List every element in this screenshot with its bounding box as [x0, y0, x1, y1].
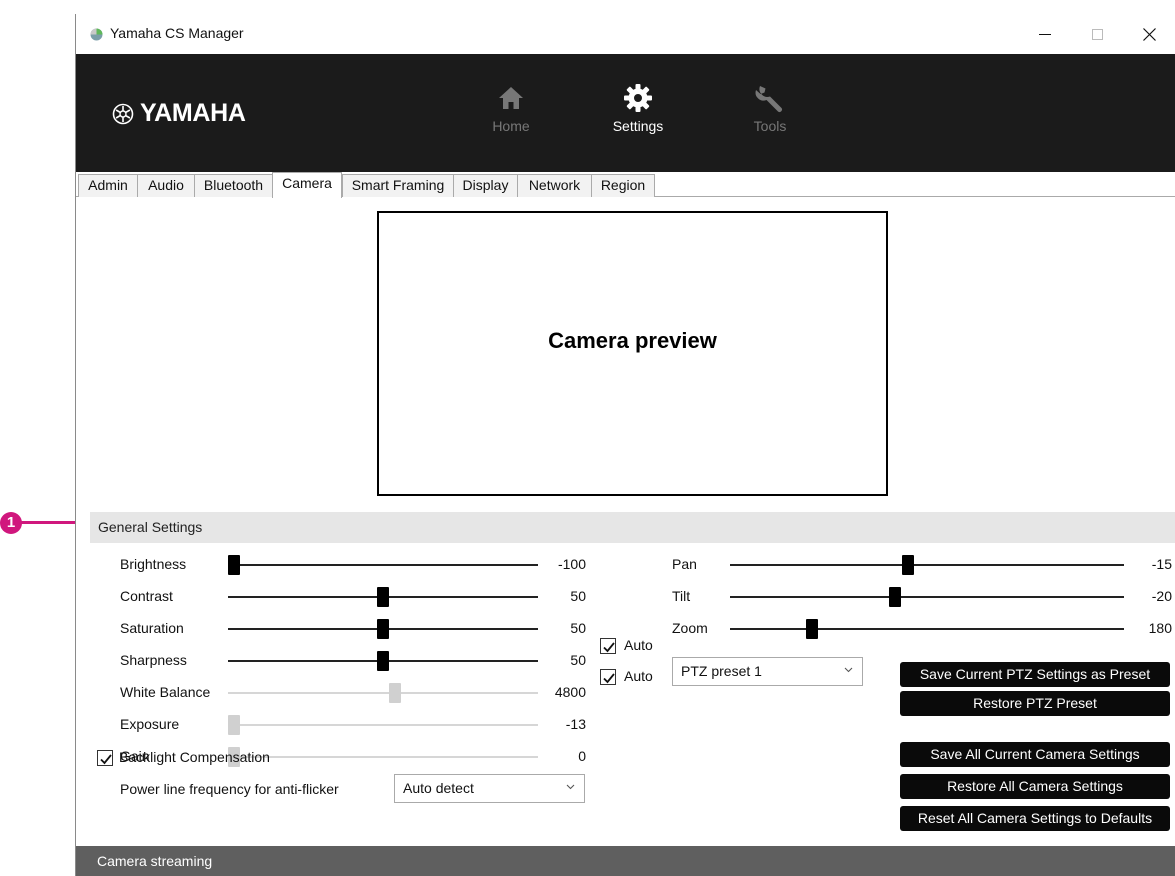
- backlight-compensation-label: Backlight Compensation: [119, 749, 270, 765]
- restore-all-camera-settings-button[interactable]: Restore All Camera Settings: [900, 774, 1170, 799]
- ptz-preset-value: PTZ preset 1: [681, 663, 762, 679]
- nav-tools[interactable]: Tools: [730, 80, 810, 134]
- saturation-slider-thumb[interactable]: [377, 619, 389, 639]
- tab-smart-framing[interactable]: Smart Framing: [342, 174, 454, 197]
- tab-region[interactable]: Region: [591, 174, 655, 197]
- white-balance-auto-checkbox[interactable]: [600, 638, 616, 654]
- tab-network[interactable]: Network: [517, 174, 592, 197]
- tilt-value: -20: [1151, 588, 1172, 604]
- zoom-slider-track[interactable]: [730, 628, 1124, 630]
- tab-display[interactable]: Display: [453, 174, 518, 197]
- power-line-frequency-dropdown[interactable]: Auto detect: [394, 774, 585, 803]
- camera-preview-label: Camera preview: [548, 328, 717, 353]
- sharpness-value: 50: [570, 652, 586, 668]
- settings-tab-bar: Admin Audio Bluetooth Camera Smart Frami…: [76, 172, 1175, 198]
- exposure-slider-thumb[interactable]: [228, 715, 240, 735]
- white-balance-slider-thumb[interactable]: [389, 683, 402, 703]
- pan-label: Pan: [672, 556, 697, 572]
- save-all-camera-settings-button[interactable]: Save All Current Camera Settings: [900, 742, 1170, 767]
- power-line-frequency-value: Auto detect: [403, 780, 474, 796]
- contrast-label: Contrast: [120, 588, 173, 604]
- pan-value: -15: [1151, 556, 1172, 572]
- title-bar: Yamaha CS Manager: [76, 14, 1175, 54]
- exposure-label: Exposure: [120, 716, 180, 732]
- yamaha-logo: YAMAHA: [112, 99, 246, 128]
- gear-icon: [598, 80, 678, 116]
- checkmark-icon: [603, 642, 615, 653]
- tilt-slider-track[interactable]: [730, 596, 1124, 598]
- checkmark-icon: [100, 754, 112, 765]
- app-logo-icon: [90, 28, 103, 41]
- yamaha-emblem-icon: [112, 103, 134, 124]
- sharpness-label: Sharpness: [120, 652, 187, 668]
- maximize-button[interactable]: [1080, 18, 1114, 50]
- camera-preview: Camera preview: [377, 211, 888, 496]
- minimize-button[interactable]: [1028, 18, 1062, 50]
- nav-home-label: Home: [492, 118, 530, 134]
- save-ptz-preset-button[interactable]: Save Current PTZ Settings as Preset: [900, 662, 1170, 687]
- backlight-compensation-checkbox[interactable]: [97, 750, 113, 766]
- chevron-down-icon: [566, 784, 575, 790]
- power-line-frequency-label: Power line frequency for anti-flicker: [120, 781, 339, 797]
- sharpness-slider-thumb[interactable]: [377, 651, 389, 671]
- nav-settings-label: Settings: [612, 118, 664, 134]
- zoom-label: Zoom: [672, 620, 708, 636]
- white-balance-auto-label: Auto: [624, 637, 653, 653]
- logo-text: YAMAHA: [140, 99, 246, 127]
- contrast-value: 50: [570, 588, 586, 604]
- exposure-slider-track[interactable]: [228, 724, 538, 726]
- close-button[interactable]: [1132, 18, 1166, 50]
- gain-value: 0: [578, 748, 586, 764]
- nav-home[interactable]: Home: [471, 80, 551, 134]
- saturation-label: Saturation: [120, 620, 184, 636]
- tab-admin[interactable]: Admin: [78, 174, 138, 197]
- tilt-label: Tilt: [672, 588, 691, 604]
- white-balance-label: White Balance: [120, 684, 211, 700]
- exposure-value: -13: [565, 716, 586, 732]
- brightness-slider-track[interactable]: [228, 564, 538, 566]
- home-icon: [471, 80, 551, 116]
- window-title: Yamaha CS Manager: [110, 25, 244, 41]
- contrast-slider-thumb[interactable]: [377, 587, 389, 607]
- exposure-auto-checkbox[interactable]: [600, 669, 616, 685]
- tab-camera[interactable]: Camera: [272, 172, 342, 198]
- brightness-label: Brightness: [120, 556, 187, 572]
- tab-bluetooth[interactable]: Bluetooth: [194, 174, 273, 197]
- white-balance-value: 4800: [554, 684, 586, 700]
- restore-ptz-preset-button[interactable]: Restore PTZ Preset: [900, 691, 1170, 716]
- reset-camera-settings-button[interactable]: Reset All Camera Settings to Defaults: [900, 806, 1170, 831]
- wrench-icon: [730, 80, 810, 116]
- brightness-value: -100: [557, 556, 586, 572]
- nav-settings[interactable]: Settings: [598, 80, 678, 134]
- chevron-down-icon: [844, 667, 853, 673]
- saturation-value: 50: [570, 620, 586, 636]
- pan-slider-track[interactable]: [730, 564, 1124, 566]
- exposure-auto-label: Auto: [624, 668, 653, 684]
- zoom-slider-thumb[interactable]: [806, 619, 819, 639]
- general-settings-header[interactable]: General Settings: [90, 512, 1175, 543]
- zoom-value: 180: [1148, 620, 1172, 636]
- callout-marker: 1: [0, 512, 22, 534]
- ptz-preset-dropdown[interactable]: PTZ preset 1: [672, 657, 863, 686]
- app-header: YAMAHA Home Settings Tools: [76, 54, 1175, 172]
- gain-slider-track[interactable]: [228, 756, 538, 758]
- nav-tools-label: Tools: [753, 118, 787, 134]
- brightness-slider-thumb[interactable]: [228, 555, 240, 575]
- app-window: Yamaha CS Manager YAMAHA Home Settings T…: [75, 14, 1175, 876]
- checkmark-icon: [603, 673, 615, 684]
- pan-slider-thumb[interactable]: [901, 555, 914, 575]
- tab-audio[interactable]: Audio: [137, 174, 195, 197]
- white-balance-slider-track[interactable]: [228, 692, 538, 694]
- camera-streaming-header[interactable]: Camera streaming: [76, 846, 1175, 876]
- tilt-slider-thumb[interactable]: [889, 587, 902, 607]
